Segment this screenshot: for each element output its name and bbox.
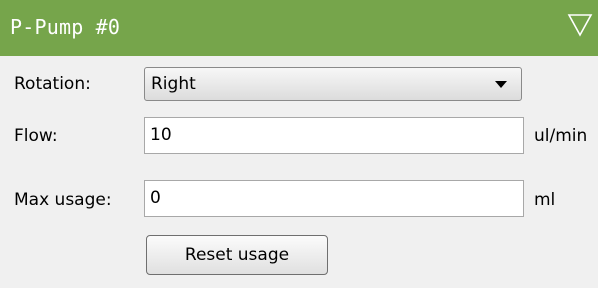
panel-header[interactable]: P-Pump #0: [0, 0, 598, 56]
panel-title: P-Pump #0: [10, 15, 121, 39]
reset-usage-button[interactable]: Reset usage: [146, 235, 328, 275]
flow-input[interactable]: 10: [144, 117, 524, 154]
rotation-select[interactable]: Right: [144, 67, 522, 101]
flow-label: Flow:: [14, 126, 58, 146]
rotation-label: Rotation:: [14, 74, 91, 94]
pump-panel: P-Pump #0 Rotation: Right Flow: 10 ul/mi…: [0, 0, 598, 288]
max-usage-label: Max usage:: [14, 190, 112, 210]
chevron-down-icon: [495, 81, 507, 88]
flow-unit: ul/min: [534, 126, 588, 146]
max-usage-input[interactable]: 0: [144, 180, 524, 217]
rotation-select-value: Right: [151, 74, 196, 94]
collapse-triangle-icon[interactable]: [566, 10, 594, 38]
max-usage-unit: ml: [534, 190, 556, 210]
